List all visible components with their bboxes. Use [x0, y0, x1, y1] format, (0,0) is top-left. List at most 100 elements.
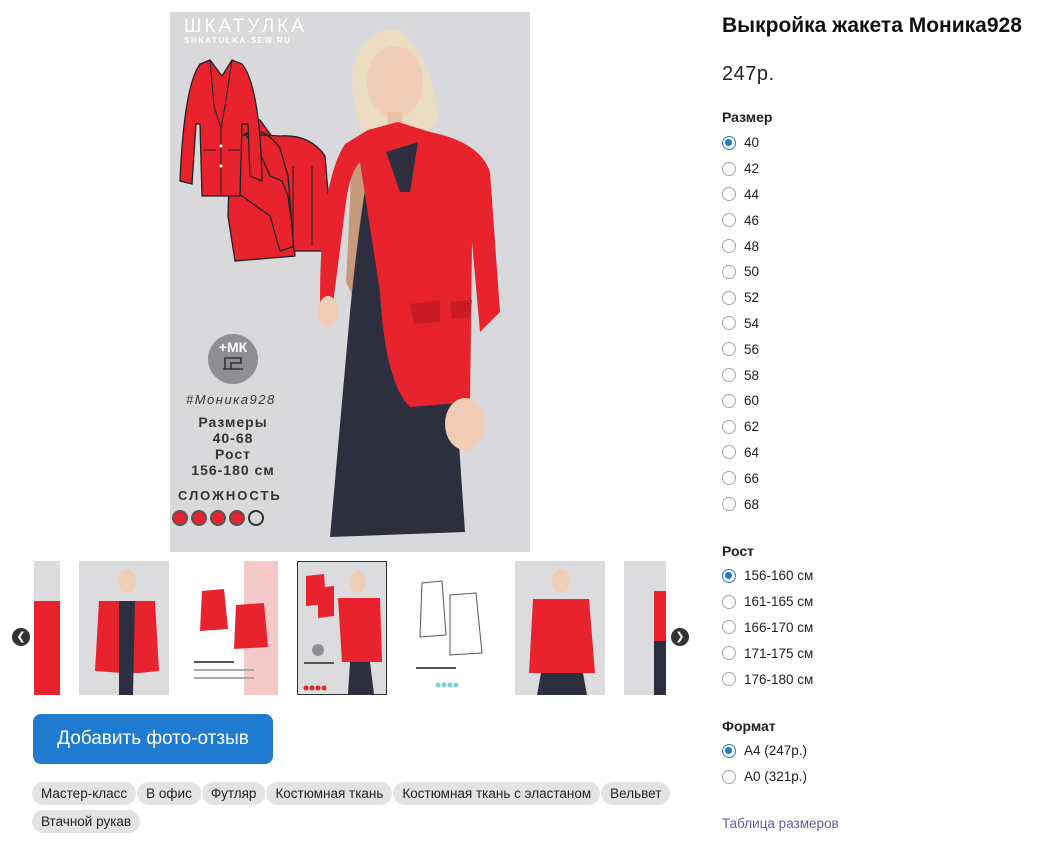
size-option[interactable]: 54: [722, 311, 759, 337]
size-option[interactable]: 66: [722, 465, 759, 491]
radio-button[interactable]: [722, 368, 736, 383]
size-option-label: 40: [744, 135, 760, 151]
radio-button[interactable]: [722, 161, 736, 176]
size-option[interactable]: 42: [722, 156, 759, 182]
size-option-label: 52: [744, 290, 760, 306]
radio-button[interactable]: [722, 393, 736, 408]
add-photo-review-button[interactable]: Добавить фото-отзыв: [33, 714, 273, 764]
size-option-label: 54: [744, 315, 760, 331]
size-option[interactable]: 46: [722, 207, 759, 233]
radio-button[interactable]: [722, 187, 736, 202]
radio-button[interactable]: [722, 769, 736, 784]
thumbnail-image: [416, 580, 483, 688]
brand-name: ШКАТУЛКА: [184, 16, 307, 37]
tag-chip[interactable]: Мастер-класс: [32, 782, 137, 805]
radio-button[interactable]: [722, 239, 736, 254]
height-value: 156-180 см: [191, 462, 275, 478]
thumbnail-4[interactable]: [406, 561, 496, 695]
tag-chip[interactable]: В офис: [137, 782, 201, 805]
height-option[interactable]: 176-180 см: [722, 666, 813, 692]
thumbnail-0[interactable]: [34, 561, 60, 695]
thumbnail-image: [34, 601, 60, 695]
difficulty-dot: [229, 510, 245, 526]
height-option-label: 166-170 см: [744, 619, 814, 635]
radio-button[interactable]: [722, 646, 736, 661]
size-option-label: 42: [744, 161, 760, 177]
height-option[interactable]: 156-160 см: [722, 563, 813, 589]
size-option[interactable]: 68: [722, 491, 759, 517]
gallery-next-button[interactable]: ❯: [671, 628, 689, 646]
radio-button[interactable]: [722, 672, 736, 687]
thumbnail-strip: [34, 561, 666, 697]
thumbnail-6[interactable]: [624, 561, 666, 695]
size-option[interactable]: 48: [722, 233, 759, 259]
radio-button[interactable]: [722, 620, 736, 635]
height-option[interactable]: 166-170 см: [722, 615, 813, 641]
sizes-value: 40-68: [212, 430, 254, 446]
size-option-label: 62: [744, 419, 760, 435]
thumbnail-image: [529, 569, 595, 695]
height-group-label: Рост: [722, 543, 754, 559]
radio-button[interactable]: [722, 445, 736, 460]
size-option[interactable]: 40: [722, 130, 759, 156]
format-option[interactable]: A4 (247р.): [722, 738, 807, 764]
radio-button[interactable]: [722, 594, 736, 609]
product-price: 247р.: [722, 63, 775, 85]
size-group-label: Размер: [722, 109, 773, 125]
size-option-label: 58: [744, 367, 760, 383]
difficulty-rating: [172, 510, 264, 526]
brand-url: SHKATULKA-SEW.RU: [184, 36, 292, 45]
radio-button[interactable]: [722, 290, 736, 305]
radio-button[interactable]: [722, 743, 736, 758]
radio-button[interactable]: [722, 316, 736, 331]
height-options: 156-160 см 161-165 см 166-170 см 171-175 см…: [722, 563, 813, 692]
radio-button[interactable]: [722, 419, 736, 434]
sizes-info: Размеры 40-68 Рост 156-180 см: [178, 414, 288, 478]
size-option[interactable]: 44: [722, 182, 759, 208]
tag-chip[interactable]: Костюмная ткань: [266, 782, 393, 805]
product-title: Выкройка жакета Моника928: [722, 14, 1022, 37]
tag-chip[interactable]: Футляр: [201, 782, 266, 805]
sizes-label: Размеры: [198, 414, 268, 430]
format-option[interactable]: A0 (321р.): [722, 764, 807, 790]
thumbnail-1[interactable]: [79, 561, 169, 695]
size-option[interactable]: 56: [722, 336, 759, 362]
main-product-image[interactable]: ШКАТУЛКА SHKATULKA-SEW.RU +МК #Моника928…: [170, 12, 530, 552]
size-option[interactable]: 62: [722, 414, 759, 440]
model-photo: [318, 29, 500, 537]
size-chart-link[interactable]: Таблица размеров: [722, 816, 839, 831]
size-option-label: 56: [744, 341, 760, 357]
size-option[interactable]: 52: [722, 285, 759, 311]
difficulty-label: СЛОЖНОСТЬ: [178, 488, 282, 503]
thumbnail-3[interactable]: [297, 561, 387, 695]
radio-button[interactable]: [722, 213, 736, 228]
size-option[interactable]: 60: [722, 388, 759, 414]
pattern-hashtag: #Моника928: [186, 392, 276, 407]
gallery-prev-button[interactable]: ❮: [12, 628, 30, 646]
format-option-label: A4 (247р.): [744, 743, 808, 759]
difficulty-dot: [210, 510, 226, 526]
size-option[interactable]: 64: [722, 440, 759, 466]
radio-button[interactable]: [722, 568, 736, 583]
radio-button[interactable]: [722, 135, 736, 150]
size-option-label: 46: [744, 212, 760, 228]
height-option[interactable]: 171-175 см: [722, 640, 813, 666]
thumbnail-image: [95, 569, 159, 695]
height-option-label: 156-160 см: [744, 568, 814, 584]
tag-chip[interactable]: Костюмная ткань с эластаном: [393, 782, 601, 805]
tag-chip[interactable]: Вельвет: [601, 782, 671, 805]
size-option[interactable]: 50: [722, 259, 759, 285]
size-option-label: 60: [744, 393, 760, 409]
radio-button[interactable]: [722, 342, 736, 357]
sewing-machine-icon: [223, 357, 243, 370]
thumbnail-2[interactable]: [188, 561, 278, 695]
thumbnail-5[interactable]: [515, 561, 605, 695]
radio-button[interactable]: [722, 497, 736, 512]
thumbnail-image: [303, 571, 382, 694]
size-option[interactable]: 58: [722, 362, 759, 388]
radio-button[interactable]: [722, 264, 736, 279]
height-option-label: 161-165 см: [744, 594, 814, 610]
tag-chip[interactable]: Втачной рукав: [32, 810, 141, 833]
radio-button[interactable]: [722, 471, 736, 486]
height-option[interactable]: 161-165 см: [722, 589, 813, 615]
